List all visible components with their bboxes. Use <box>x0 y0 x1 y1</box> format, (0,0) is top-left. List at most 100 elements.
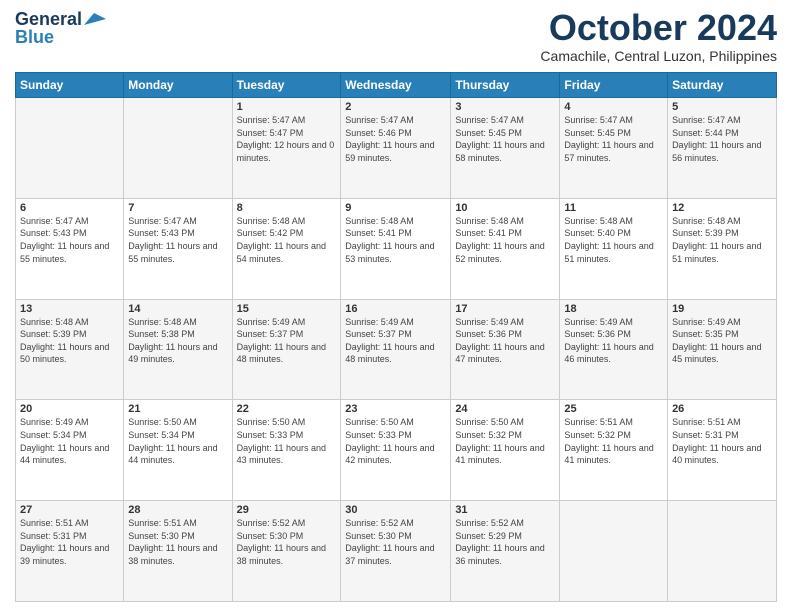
calendar-cell: 11Sunrise: 5:48 AMSunset: 5:40 PMDayligh… <box>560 198 668 299</box>
calendar-cell: 30Sunrise: 5:52 AMSunset: 5:30 PMDayligh… <box>341 501 451 602</box>
col-thursday: Thursday <box>451 73 560 98</box>
day-number: 17 <box>455 303 555 315</box>
calendar-cell: 4Sunrise: 5:47 AMSunset: 5:45 PMDaylight… <box>560 98 668 199</box>
day-number: 23 <box>345 403 446 415</box>
calendar-cell: 29Sunrise: 5:52 AMSunset: 5:30 PMDayligh… <box>232 501 341 602</box>
calendar-header: Sunday Monday Tuesday Wednesday Thursday… <box>16 73 777 98</box>
col-saturday: Saturday <box>668 73 777 98</box>
day-number: 11 <box>564 202 663 214</box>
day-number: 27 <box>20 504 119 516</box>
calendar-cell: 5Sunrise: 5:47 AMSunset: 5:44 PMDaylight… <box>668 98 777 199</box>
calendar-cell <box>560 501 668 602</box>
day-number: 7 <box>128 202 227 214</box>
day-number: 13 <box>20 303 119 315</box>
calendar-cell: 14Sunrise: 5:48 AMSunset: 5:38 PMDayligh… <box>124 299 232 400</box>
calendar-cell <box>16 98 124 199</box>
day-number: 31 <box>455 504 555 516</box>
day-detail: Sunrise: 5:47 AMSunset: 5:46 PMDaylight:… <box>345 114 446 164</box>
title-section: October 2024 Camachile, Central Luzon, P… <box>540 10 777 64</box>
day-detail: Sunrise: 5:48 AMSunset: 5:39 PMDaylight:… <box>20 316 119 366</box>
day-detail: Sunrise: 5:47 AMSunset: 5:44 PMDaylight:… <box>672 114 772 164</box>
calendar: Sunday Monday Tuesday Wednesday Thursday… <box>15 72 777 602</box>
calendar-cell: 17Sunrise: 5:49 AMSunset: 5:36 PMDayligh… <box>451 299 560 400</box>
calendar-cell: 24Sunrise: 5:50 AMSunset: 5:32 PMDayligh… <box>451 400 560 501</box>
day-detail: Sunrise: 5:51 AMSunset: 5:32 PMDaylight:… <box>564 416 663 466</box>
day-number: 18 <box>564 303 663 315</box>
day-number: 26 <box>672 403 772 415</box>
day-detail: Sunrise: 5:48 AMSunset: 5:42 PMDaylight:… <box>237 215 337 265</box>
day-number: 25 <box>564 403 663 415</box>
location: Camachile, Central Luzon, Philippines <box>540 48 777 64</box>
calendar-cell: 26Sunrise: 5:51 AMSunset: 5:31 PMDayligh… <box>668 400 777 501</box>
logo-blue: Blue <box>15 28 54 46</box>
logo: General Blue <box>15 10 106 46</box>
calendar-cell: 12Sunrise: 5:48 AMSunset: 5:39 PMDayligh… <box>668 198 777 299</box>
day-number: 1 <box>237 101 337 113</box>
calendar-cell: 8Sunrise: 5:48 AMSunset: 5:42 PMDaylight… <box>232 198 341 299</box>
calendar-cell: 9Sunrise: 5:48 AMSunset: 5:41 PMDaylight… <box>341 198 451 299</box>
calendar-cell: 28Sunrise: 5:51 AMSunset: 5:30 PMDayligh… <box>124 501 232 602</box>
calendar-cell: 31Sunrise: 5:52 AMSunset: 5:29 PMDayligh… <box>451 501 560 602</box>
day-detail: Sunrise: 5:49 AMSunset: 5:36 PMDaylight:… <box>455 316 555 366</box>
calendar-cell: 19Sunrise: 5:49 AMSunset: 5:35 PMDayligh… <box>668 299 777 400</box>
day-detail: Sunrise: 5:48 AMSunset: 5:38 PMDaylight:… <box>128 316 227 366</box>
calendar-body: 1Sunrise: 5:47 AMSunset: 5:47 PMDaylight… <box>16 98 777 602</box>
calendar-cell: 27Sunrise: 5:51 AMSunset: 5:31 PMDayligh… <box>16 501 124 602</box>
day-number: 14 <box>128 303 227 315</box>
day-number: 19 <box>672 303 772 315</box>
day-number: 16 <box>345 303 446 315</box>
calendar-table: Sunday Monday Tuesday Wednesday Thursday… <box>15 72 777 602</box>
day-number: 30 <box>345 504 446 516</box>
calendar-week-3: 13Sunrise: 5:48 AMSunset: 5:39 PMDayligh… <box>16 299 777 400</box>
day-detail: Sunrise: 5:49 AMSunset: 5:35 PMDaylight:… <box>672 316 772 366</box>
day-detail: Sunrise: 5:47 AMSunset: 5:43 PMDaylight:… <box>128 215 227 265</box>
col-tuesday: Tuesday <box>232 73 341 98</box>
calendar-cell: 13Sunrise: 5:48 AMSunset: 5:39 PMDayligh… <box>16 299 124 400</box>
day-detail: Sunrise: 5:47 AMSunset: 5:45 PMDaylight:… <box>564 114 663 164</box>
col-monday: Monday <box>124 73 232 98</box>
calendar-cell: 15Sunrise: 5:49 AMSunset: 5:37 PMDayligh… <box>232 299 341 400</box>
day-detail: Sunrise: 5:48 AMSunset: 5:41 PMDaylight:… <box>455 215 555 265</box>
calendar-cell: 21Sunrise: 5:50 AMSunset: 5:34 PMDayligh… <box>124 400 232 501</box>
day-number: 24 <box>455 403 555 415</box>
day-detail: Sunrise: 5:51 AMSunset: 5:31 PMDaylight:… <box>20 517 119 567</box>
day-detail: Sunrise: 5:49 AMSunset: 5:36 PMDaylight:… <box>564 316 663 366</box>
month-title: October 2024 <box>540 10 777 46</box>
day-number: 22 <box>237 403 337 415</box>
calendar-cell: 6Sunrise: 5:47 AMSunset: 5:43 PMDaylight… <box>16 198 124 299</box>
day-detail: Sunrise: 5:49 AMSunset: 5:37 PMDaylight:… <box>345 316 446 366</box>
day-detail: Sunrise: 5:47 AMSunset: 5:45 PMDaylight:… <box>455 114 555 164</box>
calendar-cell <box>124 98 232 199</box>
logo-icon <box>84 11 106 27</box>
calendar-week-4: 20Sunrise: 5:49 AMSunset: 5:34 PMDayligh… <box>16 400 777 501</box>
day-number: 3 <box>455 101 555 113</box>
calendar-cell: 2Sunrise: 5:47 AMSunset: 5:46 PMDaylight… <box>341 98 451 199</box>
day-detail: Sunrise: 5:50 AMSunset: 5:32 PMDaylight:… <box>455 416 555 466</box>
day-detail: Sunrise: 5:52 AMSunset: 5:30 PMDaylight:… <box>237 517 337 567</box>
day-number: 5 <box>672 101 772 113</box>
day-detail: Sunrise: 5:50 AMSunset: 5:33 PMDaylight:… <box>345 416 446 466</box>
day-number: 12 <box>672 202 772 214</box>
day-number: 21 <box>128 403 227 415</box>
calendar-cell: 20Sunrise: 5:49 AMSunset: 5:34 PMDayligh… <box>16 400 124 501</box>
calendar-cell: 16Sunrise: 5:49 AMSunset: 5:37 PMDayligh… <box>341 299 451 400</box>
day-detail: Sunrise: 5:47 AMSunset: 5:43 PMDaylight:… <box>20 215 119 265</box>
day-number: 29 <box>237 504 337 516</box>
day-detail: Sunrise: 5:50 AMSunset: 5:33 PMDaylight:… <box>237 416 337 466</box>
day-number: 20 <box>20 403 119 415</box>
day-detail: Sunrise: 5:48 AMSunset: 5:41 PMDaylight:… <box>345 215 446 265</box>
day-number: 10 <box>455 202 555 214</box>
day-number: 2 <box>345 101 446 113</box>
day-detail: Sunrise: 5:48 AMSunset: 5:40 PMDaylight:… <box>564 215 663 265</box>
day-number: 15 <box>237 303 337 315</box>
calendar-cell: 23Sunrise: 5:50 AMSunset: 5:33 PMDayligh… <box>341 400 451 501</box>
day-detail: Sunrise: 5:49 AMSunset: 5:37 PMDaylight:… <box>237 316 337 366</box>
col-friday: Friday <box>560 73 668 98</box>
day-detail: Sunrise: 5:50 AMSunset: 5:34 PMDaylight:… <box>128 416 227 466</box>
header: General Blue October 2024 Camachile, Cen… <box>15 10 777 64</box>
calendar-cell: 18Sunrise: 5:49 AMSunset: 5:36 PMDayligh… <box>560 299 668 400</box>
calendar-cell: 25Sunrise: 5:51 AMSunset: 5:32 PMDayligh… <box>560 400 668 501</box>
day-detail: Sunrise: 5:51 AMSunset: 5:31 PMDaylight:… <box>672 416 772 466</box>
calendar-cell: 22Sunrise: 5:50 AMSunset: 5:33 PMDayligh… <box>232 400 341 501</box>
calendar-week-5: 27Sunrise: 5:51 AMSunset: 5:31 PMDayligh… <box>16 501 777 602</box>
